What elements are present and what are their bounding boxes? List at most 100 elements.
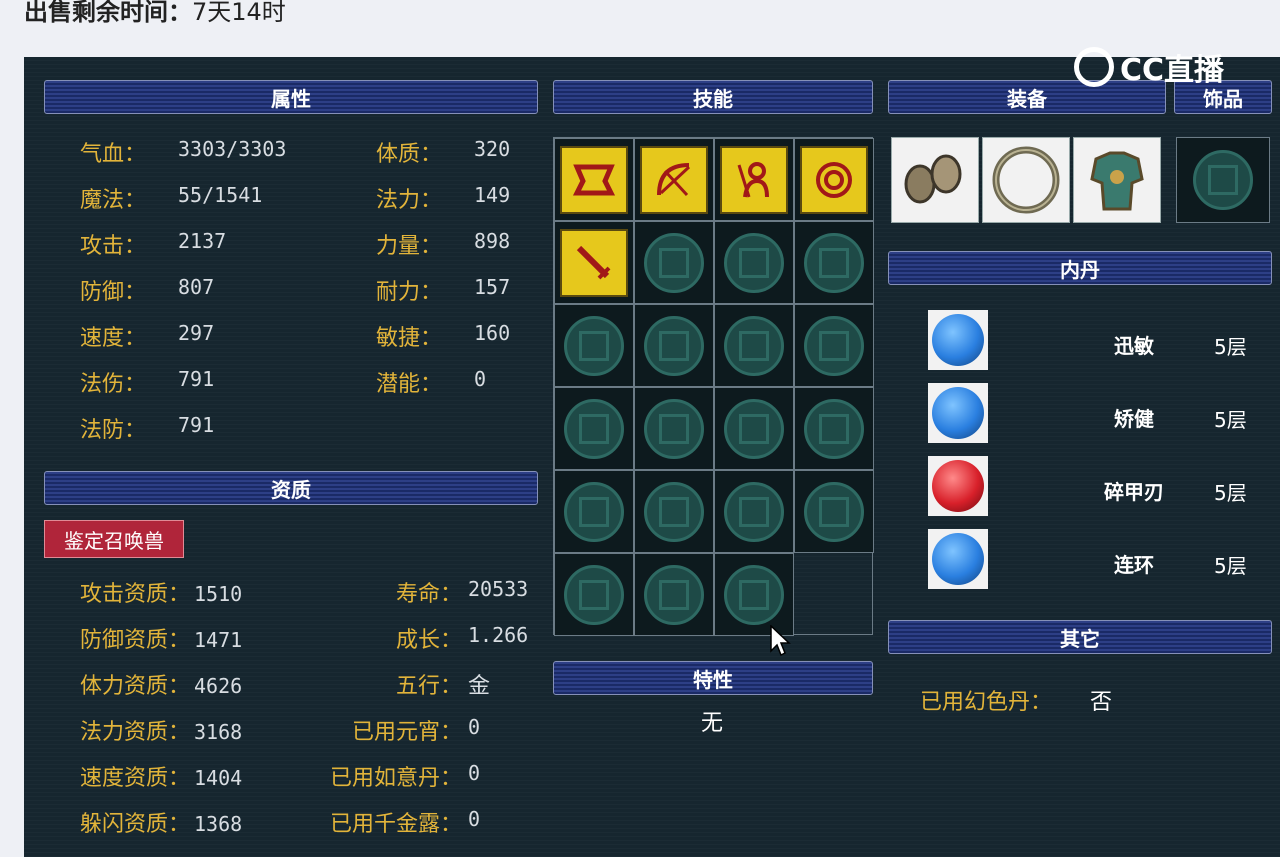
empty-slot-icon [564,481,624,542]
neidan-slot[interactable] [928,383,988,443]
aptitude-label: 躲闪资质： [80,812,191,837]
aptitude-label: 速度资质： [80,766,191,791]
aptitude-value: 0 [468,761,481,785]
skill-slot[interactable] [714,138,794,221]
bracer-icon [904,154,962,204]
skill-icon-4 [800,145,868,214]
attr-value-row: 55/1541 [178,183,262,208]
attr-value: 160 [474,321,511,345]
attr-value-row: 791 [178,413,214,438]
skill-slot-empty [794,221,874,304]
attributes-header: 属性 [44,80,538,114]
sale-remaining-value: 7天14时 [192,0,286,26]
attr-value: 297 [178,321,215,345]
aptitude-value-row: 0 [468,761,480,786]
neidan-name: 矫健 [1114,407,1154,431]
skill-slot-empty [554,387,634,470]
attr-label: 速度： [80,326,147,351]
empty-slot-icon [804,232,864,293]
attr-row: 防御： [80,274,146,306]
neidan-level: 5层 [1214,408,1247,432]
aptitude-value: 1510 [194,582,243,606]
skill-slot-empty [794,387,874,470]
empty-slot-icon [724,481,784,542]
attr-row: 攻击： [80,228,146,260]
skill-slot-empty [794,470,874,553]
aptitude-label: 已用千金露： [329,812,462,837]
aptitude-label: 寿命： [395,582,462,607]
aptitude-label: 成长： [395,628,462,653]
aptitude-value: 1.266 [468,623,529,647]
skill-slot-empty [714,387,794,470]
aptitude-label: 已用如意丹： [329,766,462,791]
attr-value: 807 [178,275,215,299]
aptitude-row: 已用如意丹： [330,760,462,792]
skill-slot-empty [634,304,714,387]
aptitude-row: 已用元宵： [352,714,462,746]
attr-row: 速度： [80,320,146,352]
empty-slot-icon [724,564,784,625]
attr-label: 体质： [376,142,443,167]
skill-icon-5 [560,228,628,297]
neidan-orb-icon [932,387,984,439]
empty-slot-icon [644,481,704,542]
aptitude-value-row: 1.266 [468,623,528,648]
ring-icon [992,146,1060,214]
attr-label: 法伤： [80,372,147,397]
aptitude-value: 1471 [194,628,243,652]
skill-slot-empty [634,221,714,304]
attr-label: 气血： [80,142,147,167]
attr-value: 0 [474,367,487,391]
attr-row: 耐力： [376,274,442,306]
aptitude-row: 速度资质： 1404 [80,760,242,792]
attr-row: 法防： [80,412,146,444]
aptitude-row: 攻击资质： 1510 [80,576,242,608]
sale-remaining-time: 出售剩余时间：7天14时 [24,0,286,27]
neidan-header: 内丹 [888,251,1272,285]
skill-slot-empty [634,387,714,470]
attr-row: 法力： [376,182,442,214]
aptitude-row: 体力资质： 4626 [80,668,242,700]
other-row: 已用幻色丹： [920,684,1052,716]
neidan-orb-icon [932,314,984,366]
equipment-slot-3[interactable] [1073,137,1161,223]
equipment-slot-2[interactable] [982,137,1070,223]
accessory-slot[interactable] [1176,137,1270,223]
aptitude-label: 已用元宵： [351,720,462,745]
traits-header: 特性 [553,661,873,695]
skill-slot[interactable] [794,138,874,221]
attr-value: 157 [474,275,511,299]
skill-slot[interactable] [554,138,634,221]
neidan-slot[interactable] [928,310,988,370]
identify-pet-button[interactable]: 鉴定召唤兽 [44,520,184,558]
empty-slot-icon [564,564,624,625]
skills-grid [553,137,874,636]
aptitude-label: 体力资质： [80,674,191,699]
neidan-slot[interactable] [928,529,988,589]
attr-row: 法伤： [80,366,146,398]
neidan-slot[interactable] [928,456,988,516]
attr-label: 防御： [80,280,147,305]
watermark-logo: CC直播 [1074,44,1224,90]
aptitude-row: 法力资质： 3168 [80,714,242,746]
empty-slot-icon [1193,150,1253,210]
empty-slot-icon [644,232,704,293]
neidan-name: 迅敏 [1114,334,1154,358]
attr-value-row: 160 [474,321,510,346]
neidan-orb-icon [932,533,984,585]
sale-remaining-label: 出售剩余时间： [24,0,192,26]
equipment-slot-1[interactable] [891,137,979,223]
aptitude-value: 4626 [194,674,243,698]
attr-value-row: 0 [474,367,486,392]
skill-icon-1 [560,145,628,214]
aptitude-label: 攻击资质： [80,582,191,607]
empty-slot-icon [644,398,704,459]
attr-value: 3303/3303 [178,137,287,161]
attr-value: 791 [178,367,215,391]
skill-slot[interactable] [554,221,634,304]
empty-slot-icon [724,232,784,293]
attr-value: 320 [474,137,511,161]
skill-slot-empty [714,470,794,553]
skill-slot[interactable] [634,138,714,221]
attr-value-row: 791 [178,367,214,392]
